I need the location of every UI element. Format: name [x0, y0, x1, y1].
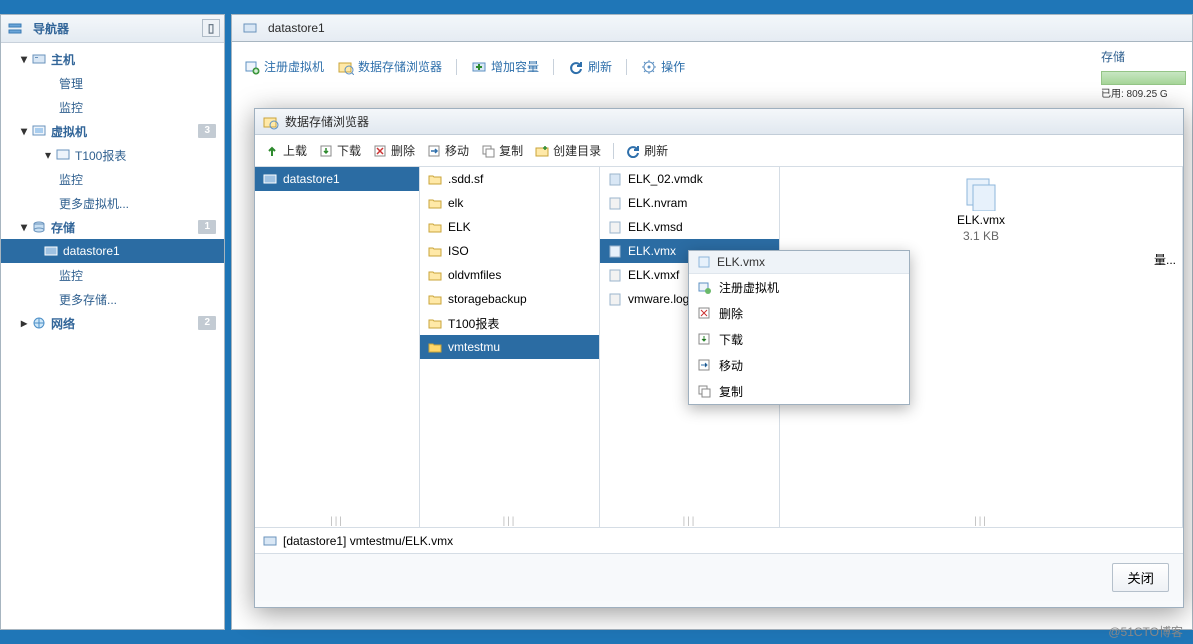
delete-button[interactable]: 删除 — [373, 142, 415, 159]
tree-label: 主机 — [51, 51, 75, 68]
tree-storage-monitor[interactable]: 监控 — [1, 263, 224, 287]
tree-storage-more[interactable]: 更多存储... — [1, 287, 224, 311]
storage-title: 存储 — [1101, 48, 1186, 65]
watermark: @51CTO博客 — [1108, 623, 1183, 640]
column-grip[interactable]: ||| — [330, 516, 344, 527]
list-item[interactable]: storagebackup — [420, 287, 599, 311]
tree-storage[interactable]: ▾ 存储 1 — [1, 215, 224, 239]
storage-summary: 存储 已用: 809.25 G — [1101, 48, 1186, 100]
register-vm-button[interactable]: 注册虚拟机 — [244, 58, 324, 75]
vm-icon — [31, 123, 47, 139]
tree-label: datastore1 — [63, 244, 120, 258]
ctx-delete[interactable]: 删除 — [689, 300, 909, 326]
download-button[interactable]: 下载 — [319, 142, 361, 159]
column-grip[interactable]: ||| — [683, 516, 697, 527]
list-item[interactable]: ELK_02.vmdk — [600, 167, 779, 191]
column-grip[interactable]: ||| — [974, 516, 988, 527]
file-preview: ELK.vmx 3.1 KB 量... — [780, 167, 1182, 243]
separator — [456, 59, 457, 75]
badge: 1 — [198, 220, 216, 234]
tree-label: 网络 — [51, 315, 75, 332]
tree-label: 虚拟机 — [51, 123, 87, 140]
twisty-icon: ▾ — [19, 124, 29, 138]
twisty-icon: ▾ — [19, 220, 29, 234]
refresh-button[interactable]: 刷新 — [568, 58, 612, 75]
refresh-button[interactable]: 刷新 — [626, 142, 668, 159]
copy-button[interactable]: 复制 — [481, 142, 523, 159]
tree-vm-t100[interactable]: ▾ T100报表 — [1, 143, 224, 167]
list-item[interactable]: vmtestmu — [420, 335, 599, 359]
host-icon — [31, 51, 47, 67]
preview-name: ELK.vmx — [957, 213, 1005, 227]
tree-network[interactable]: ▸ 网络 2 — [1, 311, 224, 335]
tree-vm-more[interactable]: 更多虚拟机... — [1, 191, 224, 215]
list-item[interactable]: oldvmfiles — [420, 263, 599, 287]
storage-used: 已用: 809.25 G — [1101, 85, 1186, 100]
twisty-icon: ▸ — [19, 316, 29, 330]
twisty-icon: ▾ — [43, 148, 53, 162]
twisty-icon: ▾ — [19, 52, 29, 66]
main-title: datastore1 — [268, 21, 325, 35]
close-button[interactable]: 关闭 — [1112, 563, 1169, 592]
column-grip[interactable]: ||| — [503, 516, 517, 527]
navigator-tree: ▾ 主机 管理 监控 ▾ 虚拟机 3 ▾ T100报表 监控 更多虚拟机... — [1, 43, 224, 339]
dialog-path: [datastore1] vmtestmu/ELK.vmx — [255, 527, 1183, 553]
tree-vm[interactable]: ▾ 虚拟机 3 — [1, 119, 224, 143]
list-item[interactable]: T100报表 — [420, 311, 599, 335]
navigator-header: 导航器 ▯ — [1, 15, 224, 43]
collapse-icon[interactable]: ▯ — [202, 19, 220, 37]
trailing-text: 量... — [1154, 251, 1176, 268]
dialog-toolbar: 上载 下载 删除 移动 复制 创建目录 刷新 — [255, 135, 1183, 167]
preview-size: 3.1 KB — [963, 229, 999, 243]
list-item[interactable]: .sdd.sf — [420, 167, 599, 191]
navigator-title: 导航器 — [33, 20, 69, 37]
upload-button[interactable]: 上载 — [265, 142, 307, 159]
badge: 2 — [198, 316, 216, 330]
datastore-browser-button[interactable]: 数据存储浏览器 — [338, 58, 442, 75]
separator — [613, 143, 614, 159]
mkdir-button[interactable]: 创建目录 — [535, 142, 601, 159]
navigator-panel: 导航器 ▯ ▾ 主机 管理 监控 ▾ 虚拟机 3 ▾ T100报表 — [0, 14, 225, 630]
ctx-register-vm[interactable]: 注册虚拟机 — [689, 274, 909, 300]
tree-datastore1[interactable]: datastore1 — [1, 239, 224, 263]
dialog-footer: 关闭 — [255, 553, 1183, 601]
tree-host-monitor[interactable]: 监控 — [1, 95, 224, 119]
tree-label: 存储 — [51, 219, 75, 236]
column-1: datastore1 ||| — [255, 167, 420, 527]
list-item[interactable]: datastore1 — [255, 167, 419, 191]
storage-icon — [31, 219, 47, 235]
ctx-download[interactable]: 下载 — [689, 326, 909, 352]
actions-button[interactable]: 操作 — [641, 58, 685, 75]
tree-host[interactable]: ▾ 主机 — [1, 47, 224, 71]
tree-vm-monitor[interactable]: 监控 — [1, 167, 224, 191]
separator — [553, 59, 554, 75]
vmx-icon — [961, 175, 1001, 211]
badge: 3 — [198, 124, 216, 138]
ctx-copy[interactable]: 复制 — [689, 378, 909, 404]
navigator-icon — [7, 21, 23, 37]
list-item[interactable]: ISO — [420, 239, 599, 263]
main-toolbar: 注册虚拟机 数据存储浏览器 增加容量 刷新 — [244, 54, 1180, 85]
storage-bar — [1101, 71, 1186, 85]
context-menu-header: ELK.vmx — [689, 251, 909, 274]
list-item[interactable]: ELK.vmsd — [600, 215, 779, 239]
datastore-icon — [242, 20, 258, 36]
context-menu: ELK.vmx 注册虚拟机 删除 下载 移动 复制 — [688, 250, 910, 405]
move-button[interactable]: 移动 — [427, 142, 469, 159]
column-2: .sdd.sfelkELKISOoldvmfilesstoragebackupT… — [420, 167, 600, 527]
dialog-title: 数据存储浏览器 — [255, 109, 1183, 135]
tree-label: T100报表 — [75, 147, 126, 164]
vm-item-icon — [55, 147, 71, 163]
datastore-icon — [43, 243, 59, 259]
list-item[interactable]: ELK.nvram — [600, 191, 779, 215]
list-item[interactable]: ELK — [420, 215, 599, 239]
network-icon — [31, 315, 47, 331]
list-item[interactable]: elk — [420, 191, 599, 215]
tree-host-manage[interactable]: 管理 — [1, 71, 224, 95]
main-titlebar: datastore1 — [231, 14, 1193, 42]
increase-capacity-button[interactable]: 增加容量 — [471, 58, 539, 75]
ctx-move[interactable]: 移动 — [689, 352, 909, 378]
separator — [626, 59, 627, 75]
